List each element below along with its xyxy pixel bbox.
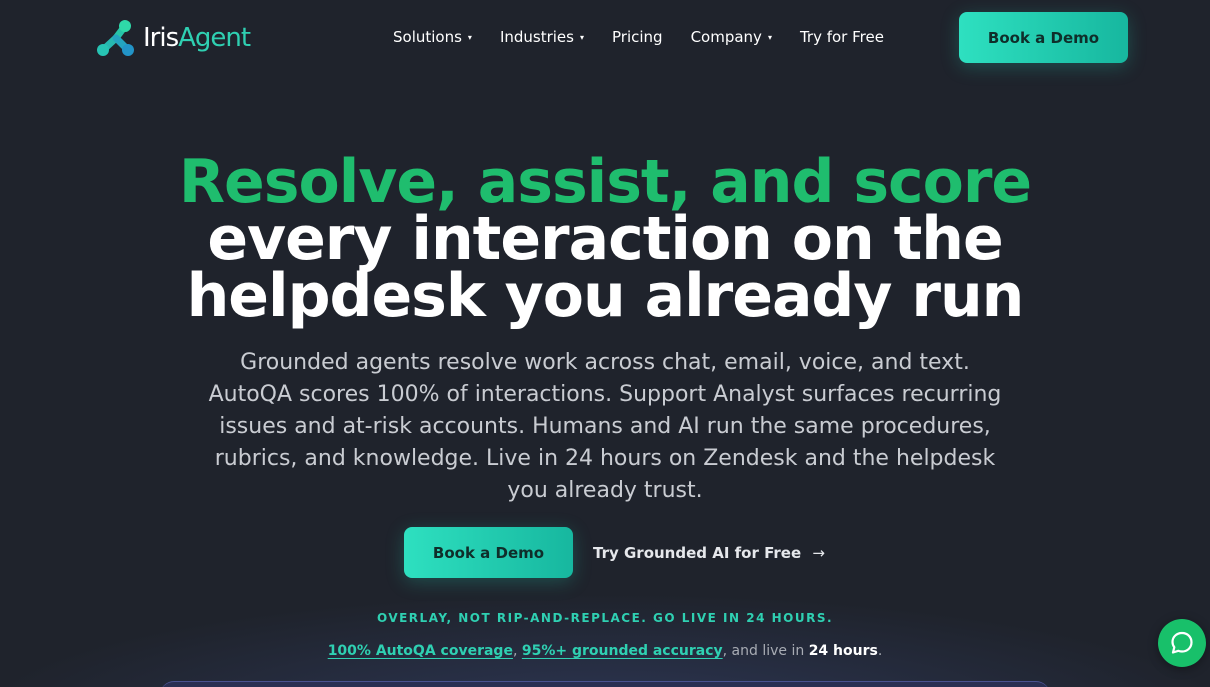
chevron-down-icon: ▾ <box>767 32 772 42</box>
grounded-accuracy-link[interactable]: 95%+ grounded accuracy <box>522 643 723 659</box>
chevron-down-icon: ▾ <box>467 32 472 42</box>
nav-item-company[interactable]: Company ▾ <box>691 28 772 46</box>
chat-bubble-icon <box>1171 631 1193 654</box>
logo[interactable]: IrisAgent <box>95 18 251 58</box>
nav-item-label: Industries <box>499 28 574 46</box>
stats-middle-text: , and live in <box>722 643 809 659</box>
hero-headline-line2: every interaction on the <box>207 204 1003 274</box>
try-grounded-ai-link[interactable]: Try Grounded AI for Free → <box>593 544 825 562</box>
hero-headline-line3: helpdesk you already run <box>186 261 1025 331</box>
autoqa-coverage-link[interactable]: 100% AutoQA coverage <box>328 643 513 659</box>
hero-cta-row: Book a Demo Try Grounded AI for Free → <box>404 527 825 578</box>
nav-item-solutions[interactable]: Solutions ▾ <box>393 28 472 46</box>
chevron-down-icon: ▾ <box>579 32 584 42</box>
logo-text-iris: Iris <box>143 23 179 53</box>
nav-item-label: Company <box>690 28 762 46</box>
landing-page: IrisAgent Solutions ▾ Industries ▾ Prici… <box>0 0 1210 687</box>
nav-item-industries[interactable]: Industries ▾ <box>500 28 584 46</box>
logo-mark-icon <box>97 20 134 56</box>
logo-text: IrisAgent <box>143 23 251 53</box>
stats-end-text: . <box>877 643 883 659</box>
hero-headline: Resolve, assist, and score every interac… <box>0 147 1210 331</box>
hero-headline-line1: Resolve, assist, and score <box>178 147 1032 217</box>
try-grounded-ai-label: Try Grounded AI for Free <box>593 543 802 562</box>
book-demo-button[interactable]: Book a Demo <box>959 12 1128 63</box>
product-preview-panel <box>160 681 1050 687</box>
stats-line: 100% AutoQA coverage, 95%+ grounded accu… <box>0 643 1210 659</box>
chat-widget-button[interactable] <box>1158 619 1206 667</box>
nav-item-try-for-free[interactable]: Try for Free <box>800 28 884 46</box>
nav-item-pricing[interactable]: Pricing <box>612 28 663 46</box>
hero-subtitle: Grounded agents resolve work across chat… <box>208 350 1002 503</box>
stats-separator: , <box>512 643 522 659</box>
nav-item-label: Try for Free <box>799 28 884 46</box>
nav-item-label: Pricing <box>612 28 663 46</box>
overlay-tagline: OVERLAY, NOT RIP-AND-REPLACE. GO LIVE IN… <box>376 611 834 625</box>
nav-item-label: Solutions <box>393 28 462 46</box>
logo-text-agent: Agent <box>178 23 251 53</box>
stats-live-hours: 24 hours <box>808 643 878 659</box>
site-header: IrisAgent Solutions ▾ Industries ▾ Prici… <box>0 0 1210 76</box>
arrow-right-icon: → <box>812 543 825 562</box>
hero-book-demo-button[interactable]: Book a Demo <box>404 527 573 578</box>
main-nav: Solutions ▾ Industries ▾ Pricing Company… <box>393 24 912 50</box>
